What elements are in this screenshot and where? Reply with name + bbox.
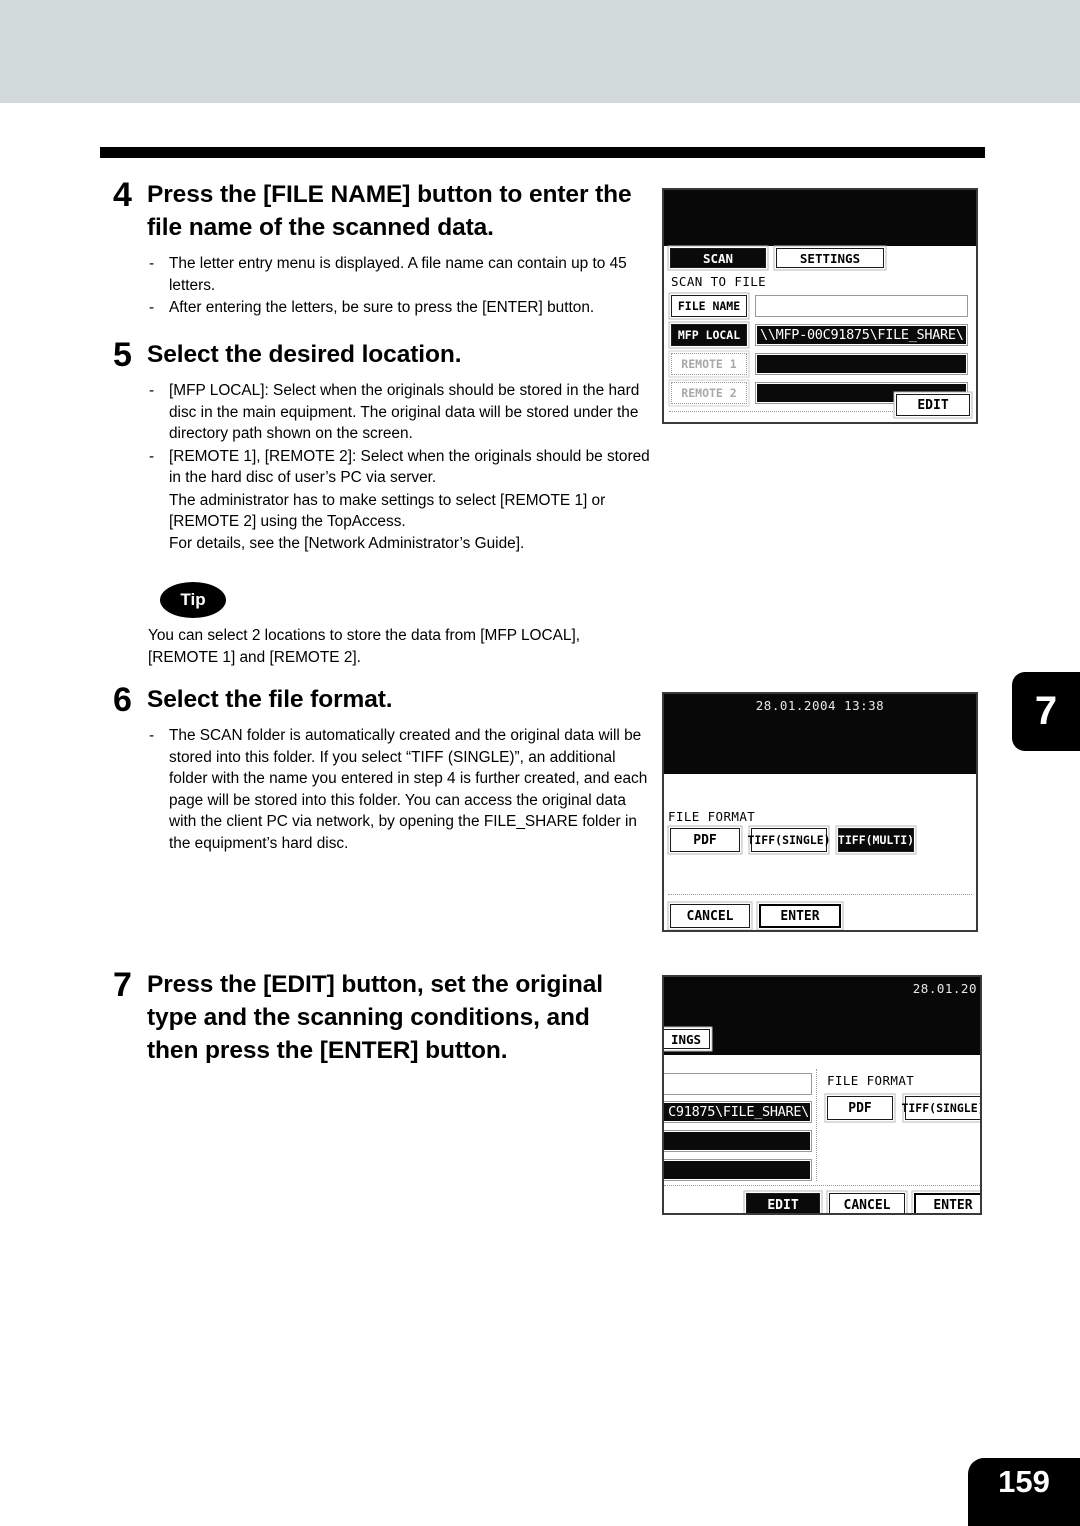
step-4-heading: Press the [FILE NAME] button to enter th… xyxy=(147,181,632,242)
lcd2-format-row: PDF TIFF(SINGLE) TIFF(MULTI) xyxy=(670,828,914,852)
step-4-number: 4 xyxy=(113,176,132,214)
step-5-bullets: - [MFP LOCAL]: Select when the originals… xyxy=(147,380,653,555)
step-5: 5 Select the desired location. - [MFP LO… xyxy=(113,338,653,555)
page-number-tab: 159 xyxy=(968,1458,1080,1526)
format-pdf-button[interactable]: PDF xyxy=(670,828,740,852)
cancel-button[interactable]: CANCEL xyxy=(670,904,750,928)
sub-line: The administrator has to make settings t… xyxy=(169,491,606,531)
tip-body: You can select 2 locations to store the … xyxy=(148,627,581,667)
lcd3-cancel-button[interactable]: CANCEL xyxy=(829,1193,905,1213)
step-7-heading: Press the [EDIT] button, set the origina… xyxy=(147,971,603,1065)
bullet-text: The letter entry menu is displayed. A fi… xyxy=(169,255,627,294)
lcd3-action-row: EDIT CANCEL ENTER xyxy=(746,1193,980,1213)
step-6-heading: Select the file format. xyxy=(147,686,393,713)
bullet: - The letter entry menu is displayed. A … xyxy=(147,253,653,296)
tab-settings-partial[interactable]: INGS xyxy=(664,1029,710,1049)
format-tiff-multi-button[interactable]: TIFF(MULTI) xyxy=(838,828,914,852)
bullet: - [MFP LOCAL]: Select when the originals… xyxy=(147,380,653,445)
bullet-dash: - xyxy=(149,727,155,745)
lcd3-file-format-label: FILE FORMAT xyxy=(827,1073,915,1088)
bullet-text: [MFP LOCAL]: Select when the originals s… xyxy=(169,382,640,443)
lcd1-row-remote-1: REMOTE 1 xyxy=(671,352,971,378)
chapter-tab: 7 xyxy=(1012,672,1080,751)
lcd1-title: SCAN TO FILE xyxy=(671,274,767,289)
bullet-dash: - xyxy=(149,382,155,400)
lcd3-body: C91875\FILE_SHARE\ FILE FORMAT PDF TIFF(… xyxy=(664,1069,980,1213)
lcd-screen-edit-composite: 28.01.20 INGS C91875\FILE_SHARE\ FILE FO… xyxy=(662,975,982,1215)
lcd3-file-name-field[interactable] xyxy=(664,1073,812,1095)
remote-1-button[interactable]: REMOTE 1 xyxy=(671,353,747,375)
remote-1-field[interactable] xyxy=(755,353,968,375)
lcd3-format-tiff-single-button[interactable]: TIFF(SINGLE) xyxy=(901,1096,980,1120)
lcd1-tab-row: SCAN SETTINGS xyxy=(670,248,884,270)
manual-page: 7 159 4 Press the [FILE NAME] button to … xyxy=(0,0,1080,1526)
step-5-heading: Select the desired location. xyxy=(147,341,462,368)
bullet-text: After entering the letters, be sure to p… xyxy=(169,299,595,317)
lcd1-row-mfp-local: MFP LOCAL \\MFP-00C91875\FILE_SHARE\ xyxy=(671,323,971,349)
bullet-text: The SCAN folder is automatically created… xyxy=(169,727,648,852)
lcd2-body: FILE FORMAT PDF TIFF(SINGLE) TIFF(MULTI)… xyxy=(664,776,976,930)
lcd1-row-file-name: FILE NAME xyxy=(671,294,971,320)
lcd3-separator xyxy=(664,1185,980,1186)
step-6-number: 6 xyxy=(113,681,132,719)
lcd2-status-bar: 28.01.2004 13:38 xyxy=(664,694,976,774)
lcd3-format-row: PDF TIFF(SINGLE) xyxy=(827,1096,980,1120)
lcd2-action-row: CANCEL ENTER xyxy=(670,904,841,928)
bullet-dash: - xyxy=(149,447,155,465)
step-7-number: 7 xyxy=(113,966,132,1004)
bullet-text: [REMOTE 1], [REMOTE 2]: Select when the … xyxy=(169,447,650,487)
lcd3-right-column: FILE FORMAT PDF TIFF(SINGLE) xyxy=(827,1073,980,1120)
header-band xyxy=(0,0,1080,103)
lcd2-datetime: 28.01.2004 13:38 xyxy=(755,698,885,713)
lcd3-datetime: 28.01.20 xyxy=(912,981,977,996)
tab-scan[interactable]: SCAN xyxy=(670,248,766,268)
format-tiff-single-button[interactable]: TIFF(SINGLE) xyxy=(747,828,831,852)
lcd3-remote-2-field[interactable] xyxy=(664,1159,812,1181)
lcd3-edit-button[interactable]: EDIT xyxy=(746,1193,820,1213)
lcd1-status-bar xyxy=(664,190,976,246)
lcd2-separator xyxy=(668,894,972,895)
step-7: 7 Press the [EDIT] button, set the origi… xyxy=(113,968,643,1067)
lcd3-vertical-separator xyxy=(816,1069,817,1181)
sub-line: For details, see the [Network Administra… xyxy=(169,535,525,552)
lcd3-path-field[interactable]: C91875\FILE_SHARE\ xyxy=(664,1101,812,1123)
remote-2-button[interactable]: REMOTE 2 xyxy=(671,382,747,404)
lcd3-status-bar: 28.01.20 INGS xyxy=(664,977,980,1055)
header-rule xyxy=(100,147,985,158)
lcd3-remote-1-field[interactable] xyxy=(664,1130,812,1152)
lcd-screen-file-format: 28.01.2004 13:38 FILE FORMAT PDF TIFF(SI… xyxy=(662,692,978,932)
step-4: 4 Press the [FILE NAME] button to enter … xyxy=(113,178,653,320)
lcd-screen-scan-to-file: SCAN SETTINGS SCAN TO FILE FILE NAME MFP… xyxy=(662,188,978,424)
tab-settings[interactable]: SETTINGS xyxy=(776,248,884,268)
tip-badge: Tip xyxy=(160,582,226,618)
mfp-local-button[interactable]: MFP LOCAL xyxy=(671,324,747,346)
bullet: - After entering the letters, be sure to… xyxy=(147,297,653,319)
edit-button[interactable]: EDIT xyxy=(896,394,970,416)
bullet: - The SCAN folder is automatically creat… xyxy=(147,725,653,854)
lcd2-file-format-label: FILE FORMAT xyxy=(668,809,756,824)
enter-button[interactable]: ENTER xyxy=(759,904,841,928)
file-name-field[interactable] xyxy=(755,295,968,317)
step-4-bullets: - The letter entry menu is displayed. A … xyxy=(147,253,653,319)
lcd3-format-pdf-button[interactable]: PDF xyxy=(827,1096,893,1120)
bullet-dash: - xyxy=(149,299,155,317)
file-name-button[interactable]: FILE NAME xyxy=(671,295,747,317)
bullet-dash: - xyxy=(149,255,155,273)
step-5-number: 5 xyxy=(113,336,132,374)
step-6-bullets: - The SCAN folder is automatically creat… xyxy=(147,725,653,854)
step-6: 6 Select the file format. - The SCAN fol… xyxy=(113,683,653,855)
bullet: - [REMOTE 1], [REMOTE 2]: Select when th… xyxy=(147,446,653,489)
lcd3-enter-button[interactable]: ENTER xyxy=(914,1193,980,1213)
mfp-local-path-field[interactable]: \\MFP-00C91875\FILE_SHARE\ xyxy=(755,324,968,346)
